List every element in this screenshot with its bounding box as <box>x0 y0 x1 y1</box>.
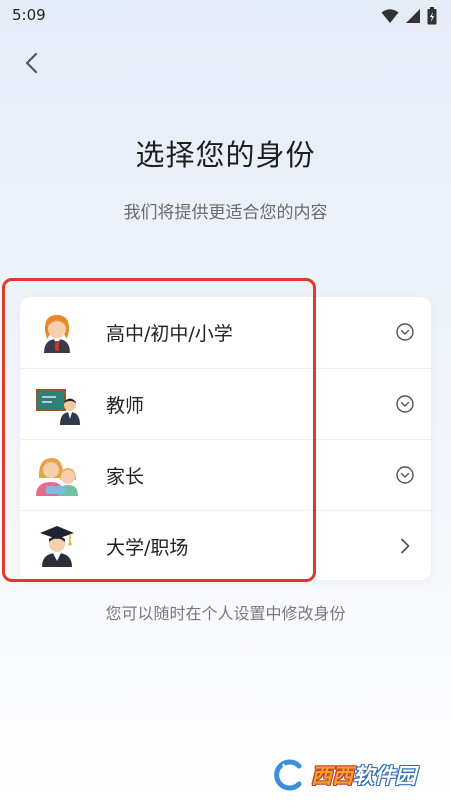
option-label: 教师 <box>106 395 145 417</box>
option-label: 家长 <box>106 466 145 488</box>
chevron-left-icon <box>25 52 38 74</box>
watermark-text: 西西软件园 <box>311 764 416 788</box>
option-student[interactable]: 高中/初中/小学 <box>20 297 431 368</box>
graduate-cap-avatar-icon <box>40 526 74 567</box>
identity-options-card: 高中/初中/小学 教师 家长 大学/职场 <box>20 297 431 580</box>
battery-icon <box>427 7 437 25</box>
chevron-down-circle-icon <box>396 466 414 484</box>
option-parent[interactable]: 家长 <box>20 439 431 511</box>
logo-c-icon <box>274 759 302 791</box>
page-title: 选择您的身份 <box>135 138 316 172</box>
watermark-logo: 西西软件园 <box>271 758 435 792</box>
option-label: 大学/职场 <box>106 537 189 559</box>
status-time: 5:09 <box>12 6 46 24</box>
wifi-icon <box>381 9 399 23</box>
chevron-down-circle-icon <box>396 395 414 413</box>
option-university[interactable]: 大学/职场 <box>20 510 431 582</box>
footer-hint: 您可以随时在个人设置中修改身份 <box>105 604 346 623</box>
option-label: 高中/初中/小学 <box>106 323 233 345</box>
option-teacher[interactable]: 教师 <box>20 368 431 440</box>
status-icons <box>381 7 437 25</box>
chevron-down-circle-icon <box>396 323 414 341</box>
back-button[interactable] <box>18 48 48 78</box>
chevron-right-icon <box>401 538 410 554</box>
parent-child-avatar-icon <box>36 458 78 496</box>
teacher-blackboard-avatar-icon <box>36 389 80 425</box>
status-bar: 5:09 <box>0 0 451 32</box>
signal-icon <box>406 9 420 23</box>
page-subtitle: 我们将提供更适合您的内容 <box>123 203 328 223</box>
student-girl-avatar-icon <box>44 315 70 353</box>
